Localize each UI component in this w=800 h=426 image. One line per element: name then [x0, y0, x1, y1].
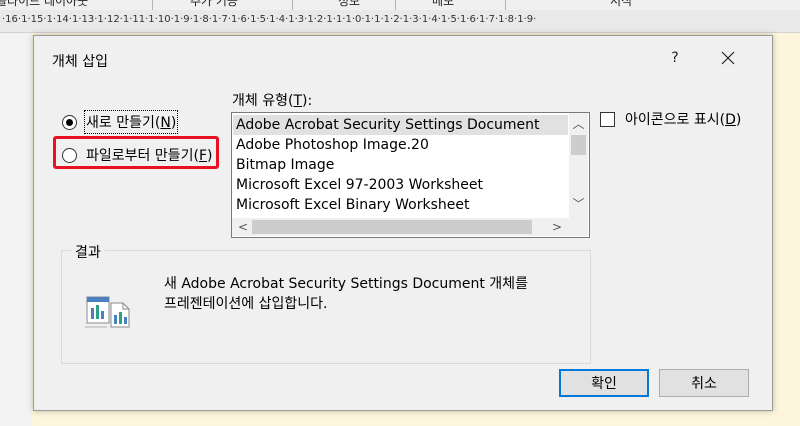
cancel-button[interactable]: 취소: [659, 369, 749, 397]
scroll-down-icon[interactable]: ﹀: [569, 195, 588, 213]
result-label: 결과: [71, 242, 105, 262]
list-item[interactable]: Bitmap Image: [233, 155, 568, 175]
embedded-object-icon: [83, 293, 135, 333]
result-line: 새 Adobe Acrobat Security Settings Docume…: [164, 276, 528, 292]
ribbon-label: 메모: [432, 0, 455, 8]
list-item[interactable]: Microsoft Excel 97-2003 Worksheet: [233, 175, 568, 195]
object-type-list[interactable]: Adobe Acrobat Security Settings Document…: [231, 112, 590, 238]
list-item[interactable]: Adobe Acrobat Security Settings Document: [233, 115, 568, 135]
list-item[interactable]: Adobe Photoshop Image.20: [233, 135, 568, 155]
slide-panel-margin: [0, 33, 32, 426]
scroll-up-icon[interactable]: ︿: [569, 115, 588, 133]
ribbon-group-labels: 슬라이드 레이아웃 추가 기능 정보 메모 서식: [0, 0, 800, 10]
divider: [292, 0, 293, 10]
divider: [395, 0, 396, 10]
ok-button[interactable]: 확인: [559, 369, 649, 397]
scroll-corner: [569, 218, 588, 236]
scroll-thumb[interactable]: [571, 135, 586, 155]
horizontal-ruler: ·16·1·15·1·14·1·13·1·12·1·11·1·10·1·9·1·…: [0, 10, 800, 33]
ribbon-label: 추가 기능: [190, 0, 238, 8]
display-as-icon-option[interactable]: 아이콘으로 표시(D): [600, 109, 741, 129]
create-from-file-radio[interactable]: [62, 147, 77, 163]
display-as-icon-label: 아이콘으로 표시(D): [625, 112, 742, 128]
divider: [152, 0, 153, 10]
ruler-marks: ·16·1·15·1·14·1·13·1·12·1·11·1·10·1·9·1·…: [2, 14, 537, 25]
close-icon: [721, 51, 735, 65]
divider: [505, 0, 506, 10]
scroll-right-icon[interactable]: >: [548, 218, 566, 236]
object-type-label: 개체 유형(T):: [232, 93, 313, 109]
vertical-scrollbar[interactable]: ︿ ﹀: [569, 113, 588, 218]
help-button[interactable]: ?: [663, 46, 687, 70]
horizontal-scrollbar[interactable]: < >: [232, 218, 569, 236]
create-new-radio[interactable]: [62, 114, 77, 130]
ribbon-label: 슬라이드 레이아웃: [0, 0, 89, 8]
display-as-icon-checkbox[interactable]: [600, 111, 615, 127]
create-new-option[interactable]: 새로 만들기(N): [62, 110, 179, 134]
create-from-file-label: 파일로부터 만들기(F): [86, 148, 213, 164]
scroll-left-icon[interactable]: <: [234, 218, 252, 236]
dialog-title: 개체 삽입: [52, 54, 108, 70]
result-description: 새 Adobe Acrobat Security Settings Docume…: [164, 274, 528, 314]
insert-object-dialog: 개체 삽입 ? 새로 만들기(N) 파일로부터 만들기(F) 개체 유형(T):…: [33, 35, 773, 411]
create-from-file-option[interactable]: 파일로부터 만들기(F): [62, 145, 213, 165]
scroll-thumb[interactable]: [252, 220, 532, 234]
ribbon-label: 정보: [338, 0, 361, 8]
ribbon-label: 서식: [610, 0, 633, 8]
close-button[interactable]: [714, 46, 742, 70]
result-line: 프레젠테이션에 삽입합니다.: [164, 296, 328, 312]
list-item[interactable]: Microsoft Excel Binary Worksheet: [233, 195, 568, 215]
create-new-label: 새로 만들기(N): [83, 110, 179, 134]
